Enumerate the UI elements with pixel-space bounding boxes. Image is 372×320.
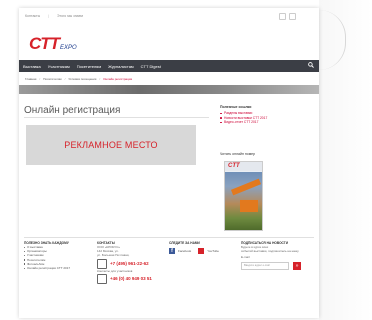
logo-expo: EXPO bbox=[60, 45, 77, 51]
phone-icon bbox=[97, 273, 107, 284]
footer-col3-title: СЛЕДИТЕ ЗА НАМИ bbox=[169, 241, 200, 245]
youtube-label[interactable]: YouTube bbox=[207, 249, 219, 253]
page-curl bbox=[319, 10, 346, 70]
nav-item-press[interactable]: Журналистам bbox=[108, 64, 134, 69]
footer-col-useful: ПОЛЕЗНО ЗНАТЬ КАЖДОМУ О выставке Организ… bbox=[24, 241, 92, 270]
page-title: Онлайн регистрация bbox=[24, 105, 121, 116]
breadcrumb-visitors[interactable]: Посетителям bbox=[43, 77, 61, 81]
header-banner-strip bbox=[19, 85, 319, 94]
site-logo[interactable]: CTT EXPO bbox=[29, 34, 77, 53]
top-links: Контакты | Этого мы знаем bbox=[25, 14, 83, 18]
breadcrumb-home[interactable]: Главная bbox=[25, 77, 36, 81]
breadcrumb-current: Онлайн регистрация bbox=[103, 77, 133, 81]
language-icon[interactable] bbox=[279, 13, 286, 20]
sidebar-link-video[interactable]: Видео-отчет CTT 2017 bbox=[220, 120, 310, 125]
title-divider bbox=[24, 117, 209, 118]
nav-item-exhibition[interactable]: Выставка bbox=[23, 64, 41, 69]
facebook-icon[interactable]: f bbox=[169, 248, 175, 254]
footer-col-contacts: КОНТАКТЫ ООО «КРОКУС» 142 Москва, ул. ул… bbox=[97, 241, 169, 284]
top-link-1[interactable]: Этого мы знаем bbox=[57, 14, 83, 18]
email-label: E-mail bbox=[241, 255, 250, 260]
nav-item-digest[interactable]: CTT Digest bbox=[141, 64, 161, 69]
contact-line-2: ул. Большая Почтовая, bbox=[97, 253, 130, 258]
search-icon[interactable] bbox=[308, 62, 314, 68]
magazine-logo: CTT bbox=[228, 163, 240, 169]
phone-row-1[interactable]: +7 (495) 961-22-62 bbox=[97, 258, 169, 269]
subscribe-text-1: событий выставки, подпишитесь на нашу bbox=[241, 249, 299, 254]
nav-item-exhibitors[interactable]: Участникам bbox=[48, 64, 70, 69]
phone-number-2[interactable]: +46 (0) 40 949 03 51 bbox=[110, 276, 152, 281]
magazine-cover[interactable]: CTT bbox=[224, 161, 263, 231]
nav-item-visitors[interactable]: Посетителям bbox=[77, 64, 101, 69]
ad-text: РЕКЛАМНОЕ МЕСТО bbox=[64, 140, 158, 150]
breadcrumb-conditions[interactable]: Условия посещения bbox=[68, 77, 96, 81]
footer-col-subscribe: ПОДПИСАТЬСЯ НА НОВОСТИ Будьте в курсе вс… bbox=[241, 241, 317, 270]
background-shade bbox=[319, 0, 372, 320]
contact-subline: Контакты для участников bbox=[97, 268, 133, 273]
sidebar-title: Полезные ссылки bbox=[220, 105, 252, 109]
ad-placeholder[interactable]: РЕКЛАМНОЕ МЕСТО bbox=[26, 125, 196, 165]
footer-divider bbox=[24, 237, 314, 238]
sidebar-links: Полезные ссылки Разделы выставки Новости… bbox=[220, 105, 310, 125]
phone-number-1[interactable]: +7 (495) 961-22-62 bbox=[110, 261, 149, 266]
web-page: Контакты | Этого мы знаем CTT EXPO Выста… bbox=[19, 8, 319, 318]
phone-icon bbox=[97, 258, 107, 269]
email-input[interactable]: Введите адрес e-mail bbox=[241, 261, 289, 270]
phone-row-2[interactable]: +46 (0) 40 949 03 51 bbox=[97, 273, 169, 284]
footer-col-social: СЛЕДИТЕ ЗА НАМИ f Facebook YouTube bbox=[169, 241, 229, 254]
facebook-label[interactable]: Facebook bbox=[178, 249, 191, 253]
subscribe-button[interactable]: » bbox=[293, 261, 301, 270]
logo-ctt: CTT bbox=[29, 34, 60, 53]
top-link-0[interactable]: Контакты bbox=[25, 14, 40, 18]
footer-link-registration[interactable]: Онлайн регистрация CTT 2017 bbox=[24, 266, 92, 270]
youtube-icon[interactable] bbox=[198, 248, 205, 254]
breadcrumb: Главная / Посетителям / Условия посещени… bbox=[25, 77, 133, 81]
user-icon[interactable] bbox=[289, 13, 296, 20]
excavator-body bbox=[240, 200, 258, 212]
magazine-title: Читать онлайн номер bbox=[220, 152, 256, 156]
main-nav: Выставка Участникам Посетителям Журналис… bbox=[19, 60, 319, 72]
